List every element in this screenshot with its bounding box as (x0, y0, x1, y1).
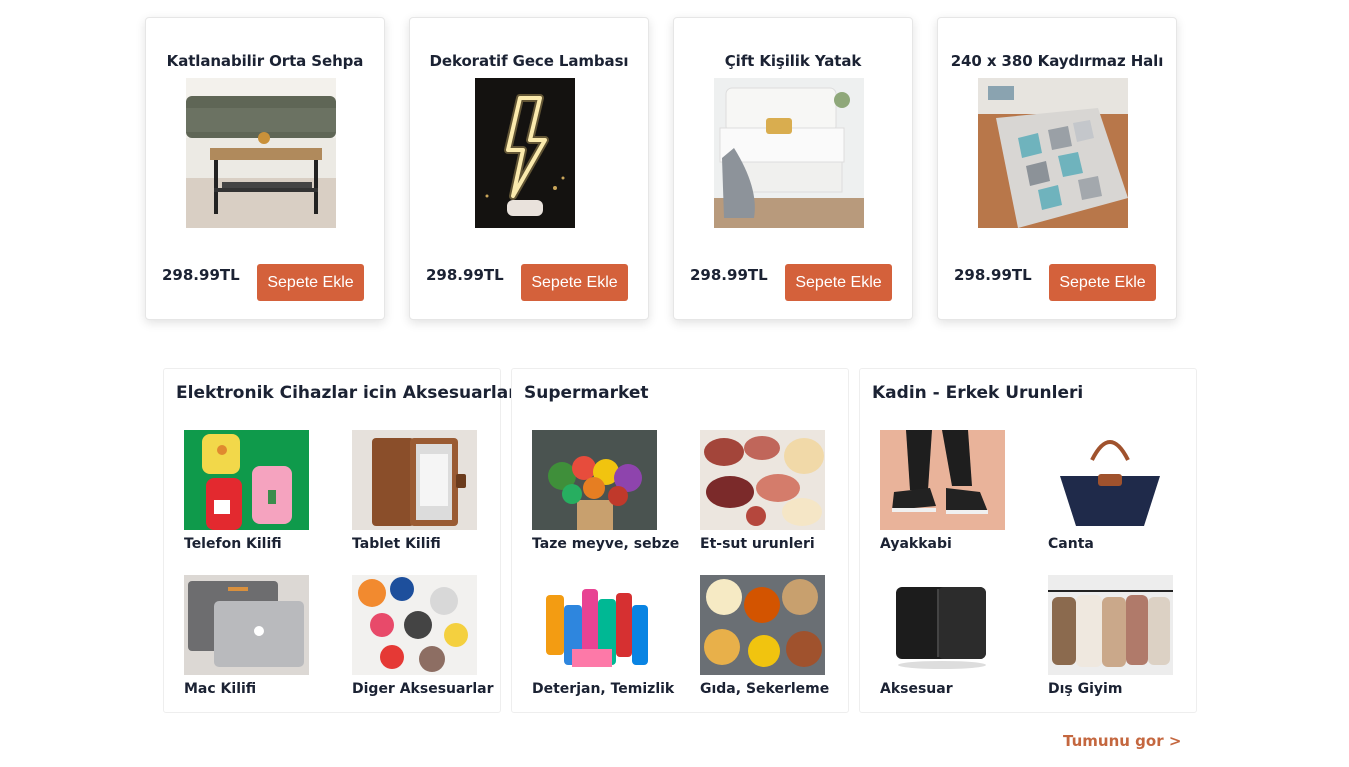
category-label: Aksesuar (880, 681, 953, 697)
product-card: Çift Kişilik Yatak 298.99TL Sepete Ekle (673, 17, 913, 320)
product-card: Dekoratif Gece Lambası 298.99TL Sepete E… (409, 17, 649, 320)
category-item[interactable]: Et-sut urunleri (700, 430, 840, 552)
category-label: Deterjan, Temizlik (532, 681, 675, 697)
tablet-case-image (352, 430, 477, 530)
category-label: Telefon Kilifi (184, 536, 282, 552)
handbag-image (1048, 430, 1173, 530)
bed-image[interactable] (714, 78, 864, 228)
panel-title: Elektronik Cihazlar icin Aksesuarlar (176, 383, 517, 403)
category-item[interactable]: Mac Kilifi (184, 575, 324, 697)
category-label: Ayakkabi (880, 536, 952, 552)
category-item[interactable]: Aksesuar (880, 575, 1020, 697)
category-panel-electronics: Elektronik Cihazlar icin Aksesuarlar Tel… (163, 368, 517, 713)
product-title: Dekoratif Gece Lambası (429, 52, 629, 70)
sneakers-image (880, 430, 1005, 530)
product-card: 240 x 380 Kaydırmaz Halı 298.99TL Sepete… (937, 17, 1177, 320)
category-item[interactable]: Dış Giyim (1048, 575, 1188, 697)
category-item[interactable]: Gıda, Sekerleme (700, 575, 840, 697)
product-title: Katlanabilir Orta Sehpa (166, 52, 364, 70)
category-item[interactable]: Diger Aksesuarlar (352, 575, 494, 697)
coffee-table-image[interactable] (186, 78, 336, 228)
popsocket-image (352, 575, 477, 675)
product-price: 298.99TL (690, 266, 768, 284)
category-item[interactable]: Canta (1048, 430, 1188, 552)
category-label: Et-sut urunleri (700, 536, 815, 552)
category-label: Dış Giyim (1048, 681, 1123, 697)
detergent-image (532, 575, 657, 675)
category-label: Diger Aksesuarlar (352, 681, 494, 697)
coats-image (1048, 575, 1173, 675)
category-panel-supermarket: Supermarket Taze meyve, sebze Et-sut uru… (511, 368, 849, 713)
panel-title: Kadin - Erkek Urunleri (872, 383, 1084, 403)
product-card: Katlanabilir Orta Sehpa 298.99TL Sepete … (145, 17, 385, 320)
category-label: Canta (1048, 536, 1094, 552)
add-to-cart-button[interactable]: Sepete Ekle (257, 264, 364, 301)
category-label: Taze meyve, sebze (532, 536, 680, 552)
category-panel-fashion: Kadin - Erkek Urunleri Ayakkabi Canta Ak… (859, 368, 1197, 713)
category-item[interactable]: Ayakkabi (880, 430, 1020, 552)
product-price: 298.99TL (954, 266, 1032, 284)
deli-meat-image (700, 430, 825, 530)
product-price: 298.99TL (162, 266, 240, 284)
add-to-cart-button[interactable]: Sepete Ekle (785, 264, 892, 301)
category-item[interactable]: Tablet Kilifi (352, 430, 492, 552)
laptop-sleeve-image (184, 575, 309, 675)
category-item[interactable]: Telefon Kilifi (184, 430, 324, 552)
panel-title: Supermarket (524, 383, 649, 403)
wallet-image (880, 575, 1005, 675)
see-all-link[interactable]: Tumunu gor > (1063, 732, 1181, 750)
category-item[interactable]: Deterjan, Temizlik (532, 575, 675, 697)
phone-case-image (184, 430, 309, 530)
neon-lamp-image[interactable] (475, 78, 575, 228)
category-label: Mac Kilifi (184, 681, 257, 697)
category-item[interactable]: Taze meyve, sebze (532, 430, 680, 552)
vegetables-image (532, 430, 657, 530)
rug-image[interactable] (978, 78, 1128, 228)
category-label: Tablet Kilifi (352, 536, 441, 552)
snacks-image (700, 575, 825, 675)
product-title: 240 x 380 Kaydırmaz Halı (950, 52, 1164, 70)
add-to-cart-button[interactable]: Sepete Ekle (521, 264, 628, 301)
category-label: Gıda, Sekerleme (700, 681, 830, 697)
product-title: Çift Kişilik Yatak (724, 52, 862, 70)
add-to-cart-button[interactable]: Sepete Ekle (1049, 264, 1156, 301)
product-price: 298.99TL (426, 266, 504, 284)
